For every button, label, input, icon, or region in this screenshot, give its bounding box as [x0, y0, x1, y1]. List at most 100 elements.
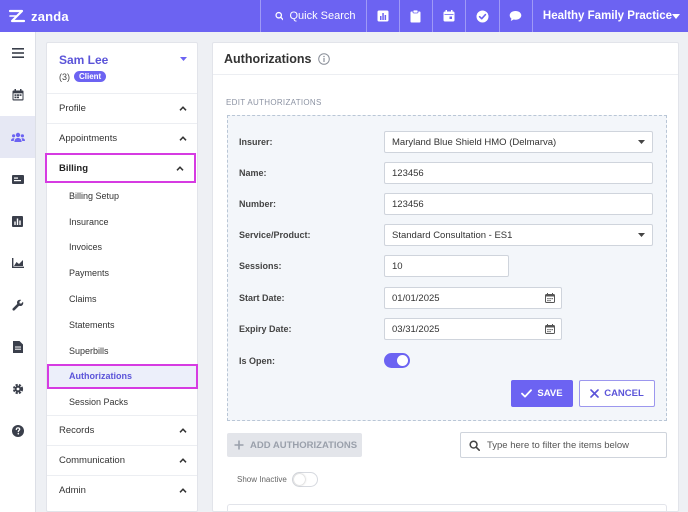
nav-statements[interactable]: Statements [47, 312, 197, 338]
nav-payments[interactable]: Payments [47, 260, 197, 286]
service-label: Service/Product: [239, 230, 311, 240]
top-bar: zanda Quick Search Healthy Family Practi… [0, 0, 688, 32]
help-icon [11, 425, 24, 437]
messages-button[interactable] [500, 0, 532, 32]
client-header[interactable]: Sam Lee (3) Client [47, 43, 197, 93]
nav-communication-label: Communication [59, 455, 125, 467]
zanda-logo[interactable]: zanda [0, 0, 260, 32]
nav-communication[interactable]: Communication [47, 445, 197, 475]
rail-documents[interactable] [0, 326, 35, 368]
chevron-down-icon [638, 140, 645, 144]
expiry-date-field[interactable]: 03/31/2025 [384, 318, 562, 340]
chevron-up-icon [179, 458, 187, 463]
bar-chart-icon [377, 10, 389, 22]
practice-name: Healthy Family Practice [542, 10, 673, 22]
left-rail [0, 32, 36, 512]
clipboard-button[interactable] [400, 0, 432, 32]
rail-settings[interactable] [0, 368, 35, 410]
nav-records[interactable]: Records [47, 415, 197, 445]
nav-billing[interactable]: Billing [45, 153, 196, 183]
tasks-button[interactable] [466, 0, 498, 32]
nav-appointments[interactable]: Appointments [47, 123, 197, 153]
number-field[interactable]: 123456 [384, 193, 653, 215]
nav-billing-setup[interactable]: Billing Setup [47, 183, 197, 209]
calendar-button[interactable] [433, 0, 465, 32]
insurer-label: Insurer: [239, 137, 273, 147]
id-card-icon [11, 174, 24, 184]
nav-superbills[interactable]: Superbills [47, 338, 197, 364]
info-icon[interactable] [317, 52, 330, 65]
show-inactive: Show Inactive [237, 472, 318, 487]
rail-cards[interactable] [0, 158, 35, 200]
section-label: EDIT AUTHORIZATIONS [226, 98, 322, 107]
service-select[interactable]: Standard Consultation - ES1 [384, 224, 653, 246]
nav-records-label: Records [59, 425, 95, 437]
calendar-icon [12, 89, 23, 101]
sessions-field[interactable]: 10 [384, 255, 509, 277]
client-name: Sam Lee [59, 53, 109, 67]
nav-admin[interactable]: Admin [47, 475, 197, 505]
wrench-icon [11, 299, 23, 311]
nav-session-packs[interactable]: Session Packs [47, 389, 197, 415]
nav-invoices[interactable]: Invoices [47, 235, 197, 261]
expiry-date-value: 03/31/2025 [392, 323, 440, 335]
clipboard-icon [410, 9, 421, 22]
chevron-down-icon [672, 13, 681, 19]
zanda-logo-icon [8, 9, 26, 23]
rail-calendar[interactable] [0, 74, 35, 116]
chevron-up-icon [179, 428, 187, 433]
nav-authorizations[interactable]: Authorizations [47, 363, 198, 390]
rail-help[interactable] [0, 410, 35, 452]
save-button[interactable]: SAVE [511, 380, 573, 407]
rail-menu[interactable] [0, 32, 35, 74]
page-title: Authorizations [224, 51, 312, 66]
client-count: (3) [59, 71, 70, 82]
rail-clients[interactable] [0, 116, 35, 158]
start-date-field[interactable]: 01/01/2025 [384, 287, 562, 309]
practice-selector[interactable]: Healthy Family Practice [533, 0, 688, 32]
name-value: 123456 [392, 167, 424, 179]
rail-analytics[interactable] [0, 242, 35, 284]
add-authorizations-label: ADD AUTHORIZATIONS [250, 439, 358, 451]
sessions-value: 10 [392, 260, 403, 272]
reports-button[interactable] [367, 0, 399, 32]
chevron-down-icon [638, 233, 645, 237]
chevron-up-icon [179, 106, 187, 111]
insurer-select[interactable]: Maryland Blue Shield HMO (Delmarva) [384, 131, 653, 153]
menu-icon [11, 48, 24, 58]
nav-appointments-label: Appointments [59, 133, 118, 144]
client-badge: Client [74, 71, 107, 82]
nav-insurance[interactable]: Insurance [47, 209, 197, 235]
nav-claims[interactable]: Claims [47, 286, 197, 312]
expiry-date-label: Expiry Date: [239, 324, 292, 334]
calendar-icon[interactable] [545, 293, 555, 303]
rail-reports[interactable] [0, 200, 35, 242]
chat-bubble-icon [509, 11, 522, 21]
show-inactive-toggle[interactable] [291, 472, 318, 487]
quick-search-label: Quick Search [289, 10, 356, 22]
cancel-button[interactable]: CANCEL [579, 380, 655, 407]
rail-tools[interactable] [0, 284, 35, 326]
chevron-up-icon [176, 165, 184, 171]
logo-text: zanda [31, 8, 69, 24]
nav-profile-label: Profile [59, 103, 86, 114]
filter-input[interactable]: Type here to filter the items below [460, 432, 667, 458]
calendar-icon[interactable] [545, 324, 555, 334]
nav-billing-label: Billing [59, 162, 89, 174]
sessions-label: Sessions: [239, 261, 282, 271]
client-panel: Sam Lee (3) Client Profile Appointments … [45, 42, 198, 512]
filter-placeholder: Type here to filter the items below [487, 439, 630, 451]
start-date-value: 01/01/2025 [392, 292, 440, 304]
close-icon [590, 389, 600, 398]
is-open-label: Is Open: [239, 356, 276, 366]
quick-search-button[interactable]: Quick Search [261, 0, 366, 32]
chart-icon [12, 215, 23, 227]
add-authorizations-button[interactable]: ADD AUTHORIZATIONS [227, 433, 362, 457]
authorizations-panel: Authorizations EDIT AUTHORIZATIONS Insur… [212, 42, 679, 512]
plus-icon [234, 440, 244, 450]
name-field[interactable]: 123456 [384, 162, 653, 184]
nav-profile[interactable]: Profile [47, 93, 197, 123]
is-open-toggle[interactable] [384, 353, 410, 368]
gear-icon [12, 383, 23, 395]
nav-admin-label: Admin [59, 485, 86, 497]
